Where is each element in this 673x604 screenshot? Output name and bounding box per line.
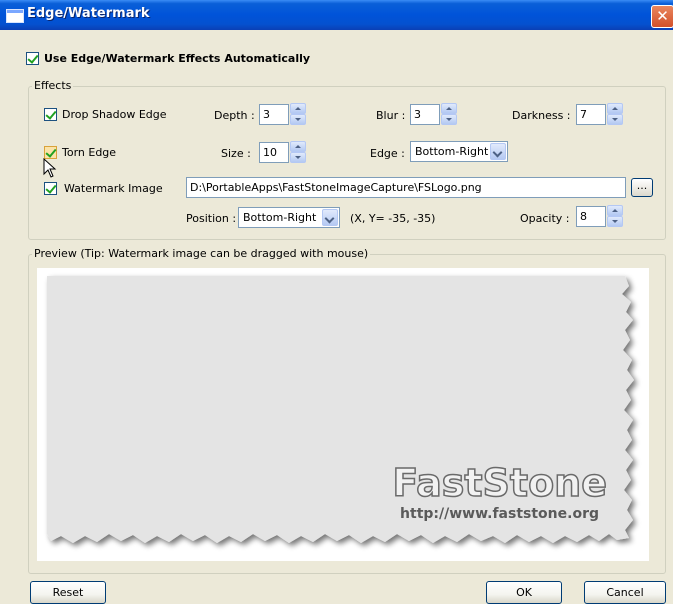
opacity-label: Opacity :: [520, 212, 570, 225]
edge-label: Edge :: [370, 147, 405, 160]
spin-up-icon[interactable]: [290, 141, 306, 152]
watermark-label: Watermark Image: [64, 182, 163, 195]
watermark-checkbox[interactable]: [44, 182, 57, 195]
close-icon: ✕: [656, 7, 669, 25]
spin-up-icon[interactable]: [607, 205, 623, 216]
watermark-path-input[interactable]: D:\PortableApps\FastStoneImageCapture\FS…: [186, 177, 626, 198]
spin-down-icon[interactable]: [290, 152, 306, 163]
effects-group-label: Effects: [32, 79, 74, 92]
position-label: Position :: [186, 212, 237, 225]
darkness-input[interactable]: 7: [576, 104, 606, 125]
auto-effects-checkbox[interactable]: [26, 52, 39, 65]
depth-input[interactable]: 3: [259, 104, 289, 125]
close-button[interactable]: ✕: [651, 5, 673, 28]
window-icon: [6, 9, 24, 23]
preview-group-label: Preview (Tip: Watermark image can be dra…: [32, 247, 371, 260]
size-input[interactable]: 10: [259, 142, 289, 163]
title-bar[interactable]: Edge/Watermark ✕: [0, 0, 673, 30]
auto-effects-label: Use Edge/Watermark Effects Automatically: [44, 52, 311, 65]
ok-button[interactable]: OK: [486, 581, 562, 604]
blur-input[interactable]: 3: [410, 104, 440, 125]
spin-down-icon[interactable]: [290, 114, 306, 125]
cancel-button[interactable]: Cancel: [584, 581, 666, 604]
depth-spinner[interactable]: [290, 103, 306, 125]
mouse-cursor-icon: [43, 158, 57, 178]
preview-canvas[interactable]: FastStone http://www.faststone.org: [37, 268, 649, 561]
reset-button[interactable]: Reset: [30, 581, 106, 604]
blur-label: Blur :: [376, 109, 406, 122]
darkness-spinner[interactable]: [607, 103, 623, 125]
size-label: Size :: [221, 147, 251, 160]
spin-up-icon[interactable]: [441, 103, 457, 114]
blur-spinner[interactable]: [441, 103, 457, 125]
watermark-title: FastStone: [392, 461, 607, 505]
watermark-coords: (X, Y= -35, -35): [350, 212, 436, 225]
torn-paper-preview: FastStone http://www.faststone.org: [47, 276, 634, 543]
browse-button[interactable]: ...: [631, 178, 653, 197]
opacity-spinner[interactable]: [607, 205, 623, 227]
browse-label: ...: [636, 179, 648, 192]
spin-down-icon[interactable]: [607, 114, 623, 125]
spin-down-icon[interactable]: [607, 216, 623, 227]
drop-shadow-checkbox[interactable]: [44, 108, 57, 121]
position-dropdown[interactable]: Bottom-Right: [238, 207, 340, 228]
chevron-down-icon[interactable]: [322, 209, 338, 226]
edge-dropdown[interactable]: Bottom-Right: [410, 141, 508, 162]
torn-edge-label: Torn Edge: [62, 146, 117, 159]
watermark-url: http://www.faststone.org: [400, 506, 599, 522]
depth-label: Depth :: [214, 109, 255, 122]
darkness-label: Darkness :: [512, 109, 571, 122]
spin-down-icon[interactable]: [441, 114, 457, 125]
opacity-input[interactable]: 8: [576, 206, 606, 227]
window-title: Edge/Watermark: [27, 6, 150, 21]
spin-up-icon[interactable]: [607, 103, 623, 114]
spin-up-icon[interactable]: [290, 103, 306, 114]
size-spinner[interactable]: [290, 141, 306, 163]
chevron-down-icon[interactable]: [490, 143, 506, 160]
edge-watermark-dialog: Edge/Watermark ✕ Use Edge/Watermark Effe…: [0, 0, 673, 604]
drop-shadow-label: Drop Shadow Edge: [62, 108, 167, 121]
